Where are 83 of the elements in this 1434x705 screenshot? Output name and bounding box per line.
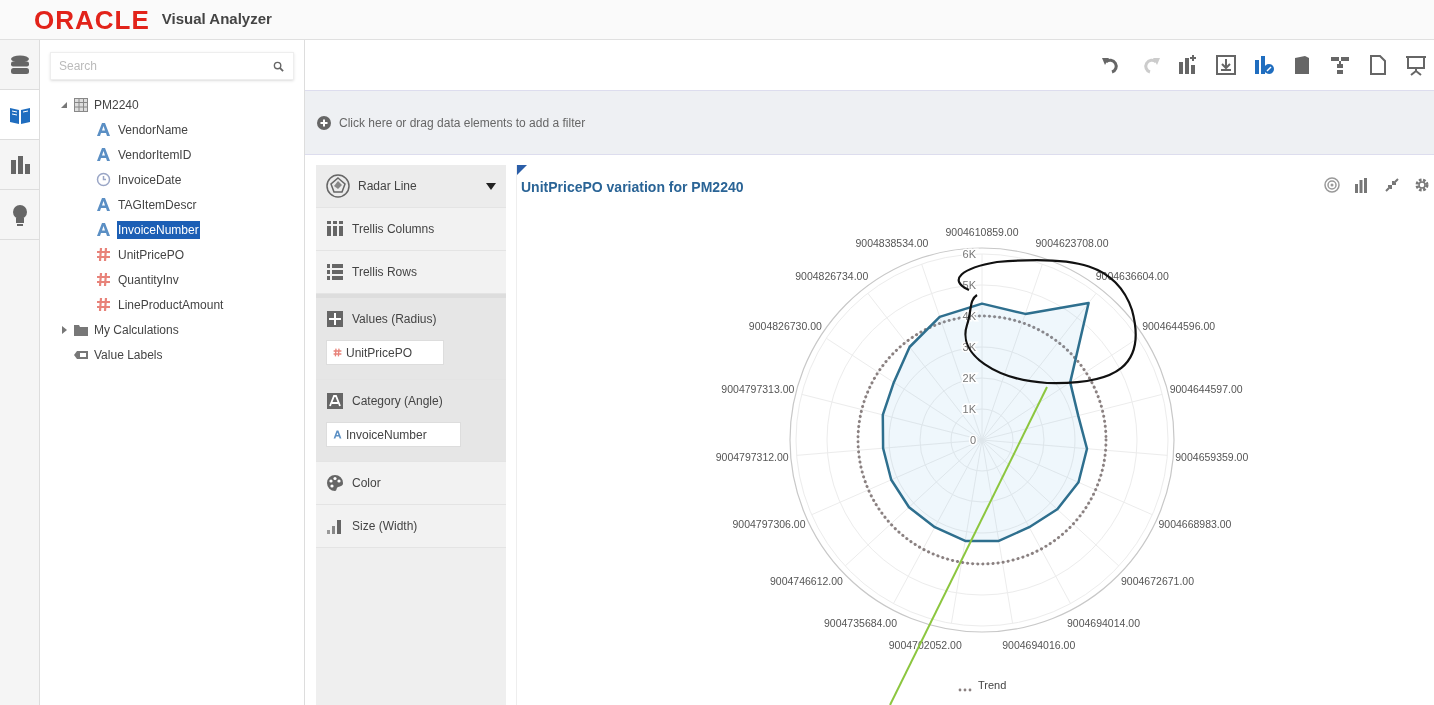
palette-icon: [326, 474, 344, 492]
category-label: 9004672671.00: [1121, 574, 1195, 587]
tree-item[interactable]: Value Labels: [94, 345, 163, 364]
text-attribute-icon: [96, 122, 111, 137]
ring-value-label: 1K: [962, 403, 976, 415]
clock-icon: [96, 172, 111, 187]
category-label: 9004746612.00: [769, 574, 843, 587]
number-measure-icon: [96, 247, 111, 262]
target-button[interactable]: [1324, 177, 1340, 193]
viz-title: UnitPricePO variation for PM2240: [521, 177, 744, 197]
collapse-arrow-icon[interactable]: [60, 100, 68, 109]
data-element-item[interactable]: VendorName: [117, 120, 190, 139]
radar-icon: [326, 174, 350, 198]
brand-logo: ORACLE: [34, 6, 150, 33]
number-measure-icon: [333, 348, 342, 357]
data-element-chip[interactable]: UnitPricePO: [326, 340, 444, 365]
product-name: Visual Analyzer: [161, 9, 272, 30]
expand-arrow-icon[interactable]: [60, 325, 68, 334]
size-bars-icon: [326, 517, 344, 535]
dropdown-caret-icon[interactable]: [486, 182, 496, 190]
data-element-item[interactable]: InvoiceNumber: [117, 220, 200, 239]
table-icon: [74, 97, 88, 112]
filter-bar[interactable]: Click here or drag data elements to add a filter: [305, 90, 1434, 155]
category-label: 9004826730.00: [748, 320, 822, 333]
data-element-chip[interactable]: InvoiceNumber: [326, 422, 461, 447]
drop-target-label: Color: [352, 475, 381, 492]
grid-square-icon: [326, 310, 344, 328]
database-icon: [8, 53, 31, 76]
category-label: 9004668983.00: [1158, 517, 1232, 530]
text-attribute-icon: [96, 222, 111, 237]
data-element-item[interactable]: LineProductAmount: [117, 295, 225, 314]
category-label: 9004838534.00: [855, 237, 929, 250]
data-element-item[interactable]: QuantityInv: [117, 270, 180, 289]
data-element-item[interactable]: TAGItemDescr: [117, 195, 198, 214]
ring-value-label: 2K: [962, 372, 976, 384]
folder-icon: [74, 322, 88, 337]
presentation-button[interactable]: [1404, 53, 1428, 77]
category-label: 9004797312.00: [715, 451, 789, 464]
tree-item[interactable]: My Calculations: [94, 320, 179, 339]
category-label: 9004694016.00: [1002, 639, 1076, 652]
columns-icon: [326, 220, 344, 238]
plus-circle-icon: [317, 115, 331, 130]
ring-value-label: 0: [969, 434, 976, 446]
category-label: 9004623708.00: [1035, 237, 1109, 250]
data-element-item[interactable]: VendorItemID: [117, 145, 193, 164]
category-label: 9004735684.00: [824, 616, 897, 629]
legend-trend-swatch: [958, 688, 972, 692]
drop-target-label: Category (Angle): [352, 393, 443, 410]
rows-icon: [326, 263, 344, 281]
text-attribute-icon: [333, 430, 342, 439]
drop-target-label: Trellis Rows: [352, 264, 417, 281]
category-label: 9004659359.00: [1175, 451, 1249, 464]
drop-target-label: Size (Width): [352, 518, 418, 535]
category-label: 9004644597.00: [1169, 382, 1243, 395]
legend-label: Trend: [978, 679, 1007, 691]
corner-marker: [517, 165, 527, 175]
search-field[interactable]: Search: [50, 52, 294, 80]
tree-item[interactable]: PM2240: [94, 95, 139, 114]
settings-button[interactable]: [1414, 177, 1430, 193]
data-element-item[interactable]: UnitPricePO: [117, 245, 186, 264]
text-attribute-icon: [96, 147, 111, 162]
category-label: 9004644596.00: [1142, 320, 1216, 333]
search-icon: [273, 61, 284, 72]
drop-target-label: Trellis Columns: [352, 221, 435, 238]
bar-chart-icon: [8, 153, 31, 176]
filter-hint: Click here or drag data elements to add a filter: [339, 114, 586, 132]
data-element-item[interactable]: InvoiceDate: [117, 170, 183, 189]
number-measure-icon: [96, 297, 111, 312]
ring-value-label: 6K: [962, 248, 976, 260]
number-measure-icon: [96, 272, 111, 287]
category-label: 9004826734.00: [795, 269, 869, 282]
import-button[interactable]: [1214, 53, 1238, 77]
category-label: 9004694014.00: [1067, 616, 1140, 629]
letter-a-square-icon: [326, 392, 344, 410]
drop-target-label: Values (Radius): [352, 311, 437, 328]
category-label: 9004797313.00: [721, 382, 795, 395]
collapse-button[interactable]: [1384, 177, 1400, 193]
category-label: 9004797306.00: [732, 517, 806, 530]
category-label: 9004610859.00: [945, 226, 1019, 238]
chart-type-dropdown[interactable]: Radar Line: [358, 177, 417, 195]
viz-edit-button[interactable]: [1252, 53, 1276, 77]
bars-button[interactable]: [1354, 177, 1370, 193]
text-attribute-icon: [96, 197, 111, 212]
